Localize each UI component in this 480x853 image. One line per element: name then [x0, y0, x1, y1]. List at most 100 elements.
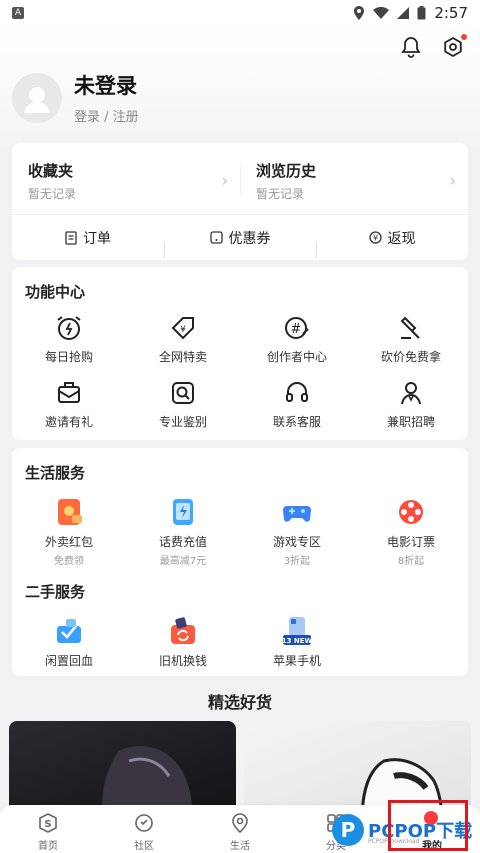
default-avatar-icon [24, 86, 50, 113]
battery-icon [417, 6, 426, 20]
chevron-right-icon: › [449, 171, 456, 190]
grid-item-phone-trade[interactable]: 旧机换钱 [126, 602, 240, 669]
life-services-card: 生活服务 外卖红包 免费领 话费充值 最高减7元 游戏专区 3折起 电影订票 8… [12, 448, 468, 676]
hammer-icon [400, 316, 420, 339]
grid-item-label: 专业鉴别 [158, 415, 207, 429]
grid-item-sub: 免费领 [54, 556, 84, 567]
grid-item-jobs[interactable]: 兼职招聘 [354, 369, 468, 430]
grid-item-games[interactable]: 游戏专区 3折起 [240, 483, 354, 567]
tab-label: 社区 [134, 841, 154, 852]
grid-item-label: 电影订票 [386, 535, 435, 549]
settings-icon[interactable] [442, 34, 467, 58]
picks-title: 精选好货 [207, 693, 272, 712]
phone-trade-icon [171, 617, 195, 644]
grid-item-daily-flash[interactable]: 每日抢购 [12, 304, 126, 365]
grid-item-label: 兼职招聘 [386, 415, 435, 429]
grid-item-label: 旧机换钱 [158, 654, 207, 668]
notification-a-icon: A [12, 7, 24, 19]
svg-text:#: # [291, 322, 302, 337]
cashback-button[interactable]: ¥ 返现 [316, 228, 468, 258]
favorites-sub: 暂无记录 [28, 187, 77, 201]
tab-life[interactable]: 生活 [192, 805, 288, 853]
svg-text:¥: ¥ [372, 234, 377, 243]
grid-item-label: 创作者中心 [266, 350, 327, 364]
community-icon [135, 814, 153, 832]
orders-button[interactable]: 订单 [12, 228, 164, 248]
svg-text:¥: ¥ [180, 325, 186, 335]
grid-item-phone-recharge[interactable]: 话费充值 最高减7元 [126, 483, 240, 567]
function-center-title: 功能中心 [25, 283, 86, 301]
grid-item-label: 邀请有礼 [44, 415, 93, 429]
coupon-icon [209, 231, 223, 244]
grid-item-sub: 8折起 [397, 556, 425, 567]
second-hand-title: 二手服务 [25, 583, 86, 601]
status-time: 2:57 [434, 4, 468, 22]
grid-item-label: 苹果手机 [272, 654, 321, 668]
price-tag-icon: ¥ [171, 317, 194, 340]
favorites-title: 收藏夹 [28, 162, 74, 180]
tab-label: 生活 [230, 841, 250, 852]
status-bar: A 2:57 [0, 0, 480, 26]
grid-item-label: 游戏专区 [272, 535, 321, 549]
grid-item-label: 联系客服 [272, 415, 321, 429]
grid-item-idle-trade[interactable]: 闲置回血 [12, 602, 126, 669]
phone-charge-icon [173, 499, 193, 525]
grid-item-iphone[interactable]: 13 NEW 苹果手机 [240, 602, 354, 669]
grid-item-sub: 最高减7元 [159, 556, 207, 567]
grid-item-takeout-packet[interactable]: 外卖红包 免费领 [12, 483, 126, 567]
life-services-title: 生活服务 [25, 464, 86, 482]
orders-label: 订单 [83, 230, 111, 247]
person-icon [401, 382, 421, 405]
cashback-label: 返现 [387, 230, 416, 247]
history-title: 浏览历史 [256, 162, 317, 180]
red-packet-icon [58, 499, 82, 525]
tab-community[interactable]: 社区 [96, 805, 192, 853]
highlight-annotation [388, 800, 468, 851]
grid-item-sale[interactable]: ¥ 全网特卖 [126, 304, 240, 365]
header-area: 未登录 登录 / 注册 [0, 26, 480, 146]
alarm-clock-icon [57, 316, 81, 340]
signal-icon [397, 7, 410, 19]
grid-item-movie-tickets[interactable]: 电影订票 8折起 [354, 483, 468, 567]
svg-text:S: S [44, 819, 51, 830]
grid-item-authenticate[interactable]: 专业鉴别 [126, 369, 240, 430]
grid-item-sub: 3折起 [283, 556, 311, 567]
history-entry[interactable]: 浏览历史 暂无记录 › [240, 143, 468, 214]
coupons-button[interactable]: 优惠券 [164, 228, 316, 258]
headset-icon [286, 382, 308, 402]
watermark-logo: P [332, 813, 364, 846]
collections-card: 收藏夹 暂无记录 › 浏览历史 暂无记录 › 订单 优惠券 ¥ 返现 [12, 143, 468, 260]
grid-item-creator[interactable]: # 创作者中心 [240, 304, 354, 365]
grid-item-support[interactable]: 联系客服 [240, 369, 354, 430]
location-pin-icon [354, 6, 365, 20]
profile-name[interactable]: 未登录 [74, 70, 139, 100]
film-reel-icon [399, 500, 423, 524]
magnifier-icon [172, 382, 194, 404]
receipt-icon [65, 230, 77, 245]
grid-item-label: 每日抢购 [44, 350, 93, 364]
tab-home[interactable]: S 首页 [0, 805, 96, 853]
grid-item-bargain[interactable]: 砍价免费拿 [354, 304, 468, 365]
svg-text:13 NEW: 13 NEW [282, 637, 312, 645]
function-center-card: 功能中心 每日抢购 ¥ 全网特卖 # 创作者中心 砍价免费拿 邀请有礼 专业鉴别 [12, 267, 468, 440]
wifi-icon [373, 7, 390, 19]
favorites-entry[interactable]: 收藏夹 暂无记录 › [12, 143, 240, 214]
coupons-label: 优惠券 [228, 230, 271, 247]
home-s-icon: S [39, 813, 57, 833]
idle-trade-icon [57, 619, 81, 643]
location-icon [232, 813, 248, 834]
grid-item-label: 话费充值 [158, 535, 207, 549]
avatar[interactable] [12, 72, 62, 123]
grid-item-label: 全网特卖 [158, 350, 207, 364]
settings-badge-dot [461, 34, 467, 40]
envelope-icon [58, 382, 80, 403]
grid-item-invite[interactable]: 邀请有礼 [12, 369, 126, 430]
tab-label: 首页 [38, 841, 58, 852]
login-register-link[interactable]: 登录 / 注册 [74, 106, 139, 125]
profile-block[interactable]: 未登录 登录 / 注册 [12, 70, 139, 125]
bell-icon[interactable] [400, 36, 422, 58]
grid-item-label: 闲置回血 [44, 654, 93, 668]
chevron-right-icon: › [221, 171, 228, 190]
cashback-icon: ¥ [368, 231, 382, 244]
history-sub: 暂无记录 [256, 187, 305, 201]
